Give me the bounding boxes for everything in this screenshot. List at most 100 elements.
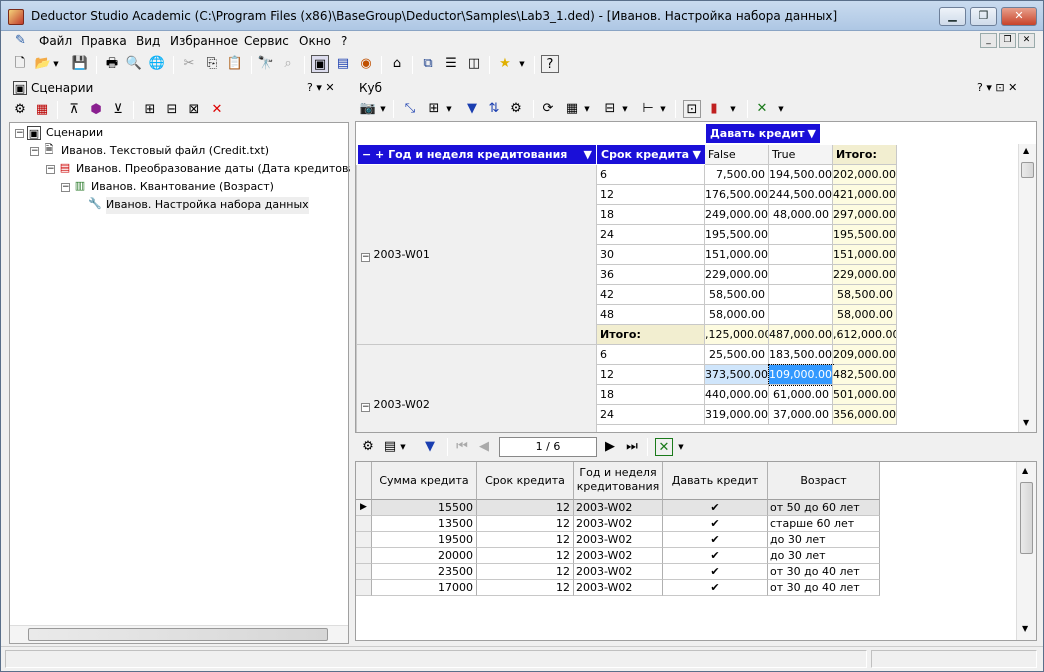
column-header[interactable]: Возраст: [768, 462, 880, 500]
checkbox[interactable]: ✔: [663, 580, 768, 596]
paste-icon[interactable]: 📋: [226, 55, 244, 73]
total-cell[interactable]: 421,000.00: [833, 185, 897, 205]
menu-edit[interactable]: Правка: [81, 34, 127, 48]
visualizer-icon[interactable]: ◉: [357, 55, 375, 73]
grid-icon[interactable]: ▦: [563, 100, 581, 118]
total-cell[interactable]: 195,500.00: [833, 225, 897, 245]
cube-vertical-scrollbar[interactable]: ▲ ▼: [1018, 144, 1036, 432]
menu-help[interactable]: ?: [341, 34, 347, 48]
excel-dropdown-icon[interactable]: ▼: [677, 438, 685, 456]
table-cell[interactable]: старше 60 лет: [768, 516, 880, 532]
scroll-thumb[interactable]: [1021, 162, 1034, 178]
value-cell[interactable]: 37,000.00: [769, 405, 833, 425]
chevron-down-icon[interactable]: ▼: [808, 124, 816, 143]
expand-collapse-icon[interactable]: − +: [362, 148, 384, 161]
table-cell[interactable]: от 30 до 40 лет: [768, 564, 880, 580]
web-icon[interactable]: 🌐: [148, 55, 166, 73]
tree-collapse-icon[interactable]: −: [361, 253, 370, 262]
checkbox[interactable]: ✔: [663, 564, 768, 580]
total-cell[interactable]: 501,000.00: [833, 385, 897, 405]
value-cell[interactable]: [769, 305, 833, 325]
new-icon[interactable]: 🗋: [11, 55, 29, 73]
row-dimension-header-1[interactable]: − + Год и неделя кредитования ▼: [358, 145, 596, 164]
excel-icon[interactable]: ✕: [655, 438, 673, 456]
help-icon[interactable]: ?: [541, 55, 559, 73]
table-cell[interactable]: 2003-W02: [574, 580, 663, 596]
cut-icon[interactable]: ✂: [180, 55, 198, 73]
refresh-icon[interactable]: ⟳: [539, 100, 557, 118]
mdi-minimize-button[interactable]: _: [980, 33, 997, 48]
value-cell[interactable]: 25,500.00: [705, 345, 769, 365]
scroll-up-icon[interactable]: ▲: [1022, 466, 1028, 475]
home-icon[interactable]: ⌂: [388, 55, 406, 73]
save-icon[interactable]: 💾: [71, 55, 89, 73]
view-selector-icon[interactable]: 📷: [359, 100, 377, 118]
value-cell[interactable]: 151,000.00: [705, 245, 769, 265]
table-cell[interactable]: 12: [477, 580, 574, 596]
properties-icon[interactable]: ⚙: [359, 438, 377, 456]
cascade-icon[interactable]: ⧉: [419, 55, 437, 73]
filter-icon[interactable]: ▼: [463, 100, 481, 118]
value-cell[interactable]: 61,000.00: [769, 385, 833, 405]
counter-dropdown-icon[interactable]: ▼: [445, 100, 453, 118]
tree-item-scenarios[interactable]: Сценарии: [46, 125, 103, 142]
import-icon[interactable]: ⊼: [65, 101, 83, 119]
total-cell[interactable]: 202,000.00: [833, 165, 897, 185]
tree-collapse-icon[interactable]: −: [30, 147, 39, 156]
mdi-close-button[interactable]: ✕: [1018, 33, 1035, 48]
column-width-dropdown-icon[interactable]: ▼: [621, 100, 629, 118]
scroll-thumb[interactable]: [28, 628, 328, 641]
row-dimension-header-2[interactable]: Срок кредита ▼: [597, 145, 705, 164]
menu-favorites[interactable]: Избранное: [170, 34, 238, 48]
find-next-icon[interactable]: ⌕: [279, 55, 297, 73]
tree-item-dataset-setup[interactable]: Иванов. Настройка набора данных: [106, 197, 309, 214]
tree-branch-icon[interactable]: ⊠: [185, 101, 203, 119]
scenarios-icon[interactable]: ▣: [311, 55, 329, 73]
menu-file[interactable]: Файл: [39, 34, 72, 48]
tree-structure-icon[interactable]: ⊟: [163, 101, 181, 119]
chart-icon[interactable]: ▮: [705, 100, 723, 118]
document-icon[interactable]: ▤: [334, 55, 352, 73]
chart-dropdown-icon[interactable]: ▼: [729, 100, 737, 118]
print-preview-icon[interactable]: 🔍: [125, 55, 143, 73]
value-cell[interactable]: 183,500.00: [769, 345, 833, 365]
value-cell[interactable]: [769, 285, 833, 305]
menu-view[interactable]: Вид: [136, 34, 160, 48]
total-cell[interactable]: 297,000.00: [833, 205, 897, 225]
row-group-header[interactable]: − 2003-W02: [356, 345, 597, 432]
value-cell[interactable]: 373,500.00: [705, 365, 769, 385]
column-header[interactable]: Срок кредита: [477, 462, 574, 500]
chevron-down-icon[interactable]: ▼: [584, 145, 592, 164]
value-cell[interactable]: 58,000.00: [705, 305, 769, 325]
tree-item-quantization[interactable]: Иванов. Квантование (Возраст): [91, 179, 274, 196]
table-cell[interactable]: 2003-W02: [574, 500, 663, 516]
scroll-down-icon[interactable]: ▼: [1022, 624, 1028, 633]
checkbox[interactable]: ✔: [663, 532, 768, 548]
mdi-restore-button[interactable]: ❐: [999, 33, 1016, 48]
value-cell[interactable]: 249,000.00: [705, 205, 769, 225]
chevron-down-icon[interactable]: ▼: [693, 145, 701, 164]
table-cell[interactable]: 2003-W02: [574, 548, 663, 564]
properties-icon[interactable]: ⚙: [11, 101, 29, 119]
table-cell[interactable]: 13500: [372, 516, 477, 532]
table-cell[interactable]: 12: [477, 532, 574, 548]
table-view-dropdown-icon[interactable]: ▼: [399, 438, 407, 456]
table-cell[interactable]: 15500: [372, 500, 477, 516]
close-button[interactable]: ✕: [1001, 7, 1037, 26]
table-cell[interactable]: 12: [477, 548, 574, 564]
column-dimension-header[interactable]: Давать кредит ▼: [706, 124, 820, 143]
restore-button[interactable]: ❐: [970, 7, 997, 26]
table-cell[interactable]: 12: [477, 516, 574, 532]
table-cell[interactable]: 20000: [372, 548, 477, 564]
scroll-up-icon[interactable]: ▲: [1023, 146, 1029, 155]
value-cell[interactable]: 48,000.00: [769, 205, 833, 225]
column-header[interactable]: Сумма кредита: [372, 462, 477, 500]
tile-horizontal-icon[interactable]: ☰: [442, 55, 460, 73]
table-cell[interactable]: 2003-W02: [574, 532, 663, 548]
excel-dropdown-icon[interactable]: ▼: [777, 100, 785, 118]
value-cell[interactable]: 195,500.00: [705, 225, 769, 245]
tree-item-date-transform[interactable]: Иванов. Преобразование даты (Дата кредит…: [76, 161, 350, 178]
total-cell[interactable]: 482,500.00: [833, 365, 897, 385]
table-cell[interactable]: 12: [477, 500, 574, 516]
table-cell[interactable]: до 30 лет: [768, 532, 880, 548]
